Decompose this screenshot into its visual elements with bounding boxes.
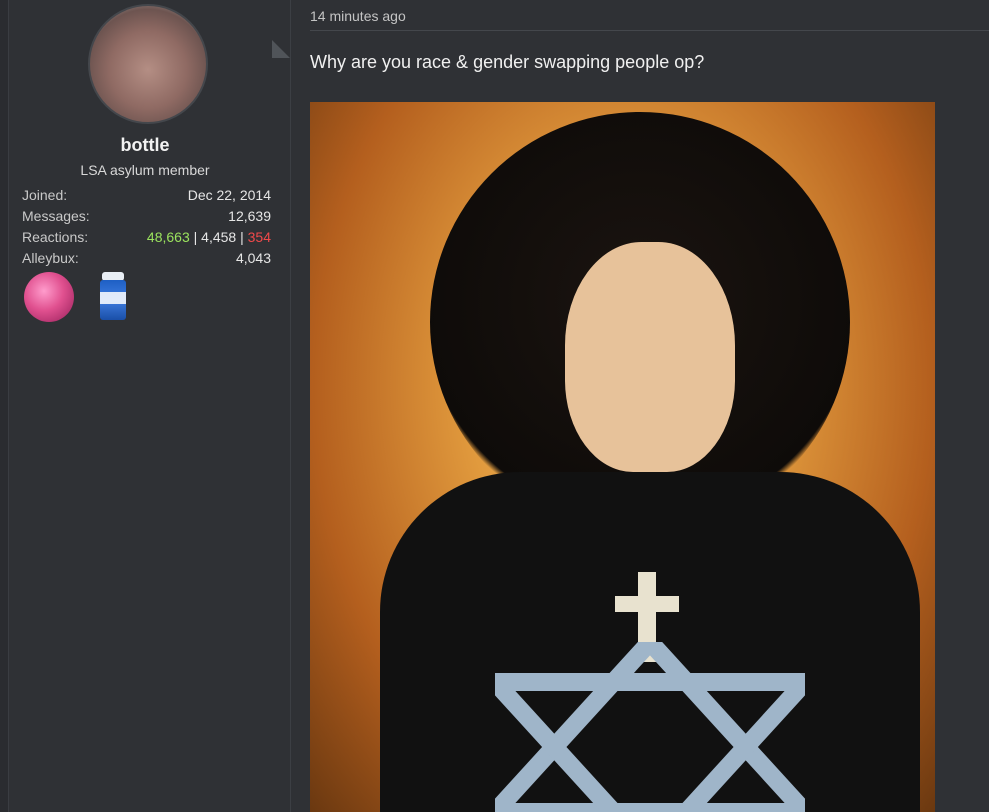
thread-edge — [0, 0, 9, 812]
post-image[interactable] — [310, 102, 935, 812]
cross-necklace-bar — [615, 596, 679, 612]
stat-row-reactions: Reactions: 48,663 | 4,458 | 354 — [22, 227, 271, 248]
post-timestamp[interactable]: 14 minutes ago — [310, 8, 406, 24]
negative-reactions: 354 — [247, 229, 271, 245]
stat-value: 4,043 — [235, 250, 271, 266]
reaction-values: 48,663 | 4,458 | 354 — [147, 227, 271, 248]
stat-label: Alleybux: — [22, 250, 79, 266]
pink-moon-badge-icon[interactable] — [24, 272, 74, 322]
image-face — [565, 242, 735, 472]
stat-label: Joined: — [22, 187, 68, 203]
stat-row-joined: Joined: Dec 22, 2014 — [22, 185, 271, 206]
avatar[interactable] — [88, 4, 208, 124]
username[interactable]: bottle — [0, 135, 290, 156]
post-body-text: Why are you race & gender swapping peopl… — [310, 52, 705, 72]
message-arrow-icon — [272, 40, 290, 58]
stat-label: Messages: — [22, 208, 90, 224]
separator: | — [236, 229, 248, 245]
star-of-david-icon — [495, 642, 805, 812]
user-title: LSA asylum member — [80, 162, 210, 178]
stat-row-alleybux: Alleybux: 4,043 — [22, 248, 271, 269]
stat-value: 12,639 — [228, 208, 271, 224]
user-stats: Joined: Dec 22, 2014 Messages: 12,639 Re… — [22, 185, 271, 269]
stat-row-messages: Messages: 12,639 — [22, 206, 271, 227]
stat-value: Dec 22, 2014 — [187, 187, 271, 203]
disinfectant-can-badge-icon[interactable] — [98, 272, 128, 322]
stat-label: Reactions: — [22, 229, 89, 245]
divider — [310, 30, 989, 31]
neutral-reactions: 4,458 — [201, 229, 237, 245]
positive-reactions: 48,663 — [146, 229, 190, 245]
user-info-panel: bottle LSA asylum member Joined: Dec 22,… — [0, 0, 291, 812]
separator: | — [189, 229, 202, 245]
user-badges — [24, 272, 128, 322]
